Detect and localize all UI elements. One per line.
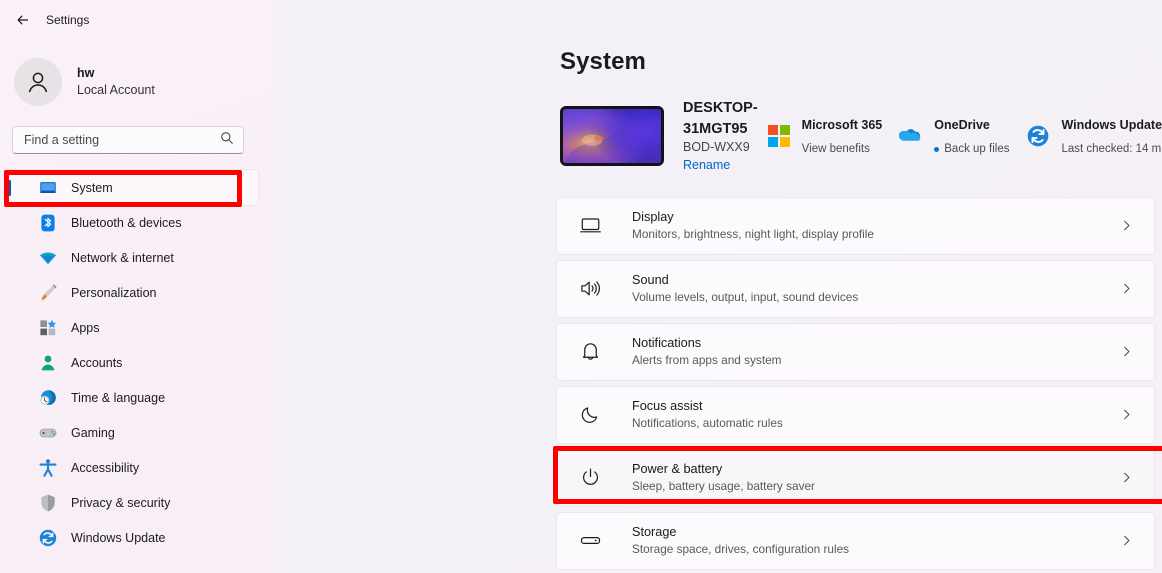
window-title: Settings xyxy=(46,13,90,27)
chevron-right-icon xyxy=(1120,534,1138,547)
monitor-icon xyxy=(38,178,58,198)
sidebar-item-system[interactable]: System xyxy=(5,170,258,205)
settings-row-subtitle: Alerts from apps and system xyxy=(632,353,782,368)
wifi-icon xyxy=(38,248,58,268)
sidebar-item-accounts[interactable]: Accounts xyxy=(5,345,258,380)
storage-drive-icon xyxy=(579,529,609,552)
page-title: System xyxy=(560,48,646,75)
quick-link-microsoft-365[interactable]: Microsoft 365 View benefits xyxy=(758,108,891,164)
settings-row-focus-assist[interactable]: Focus assist Notifications, automatic rul… xyxy=(556,385,1155,444)
search-icon xyxy=(220,131,234,150)
sidebar-item-label: System xyxy=(71,180,113,195)
quick-link-subtitle: View benefits xyxy=(801,143,870,156)
sidebar-item-apps[interactable]: Apps xyxy=(5,310,258,345)
accessibility-icon xyxy=(38,458,58,478)
sidebar-nav: System Bluetooth & devices Network & inter… xyxy=(0,170,276,555)
person-icon xyxy=(38,353,58,373)
quick-link-windows-update[interactable]: Windows Update Last checked: 14 minutes a… xyxy=(1017,108,1162,164)
rename-link[interactable]: Rename xyxy=(683,157,758,175)
quick-link-onedrive[interactable]: OneDrive Back up files xyxy=(890,108,1017,164)
settings-row-title: Display xyxy=(632,209,674,224)
speaker-icon xyxy=(579,277,609,300)
quick-link-subtitle: Back up files xyxy=(934,143,1009,155)
sidebar-item-network-internet[interactable]: Network & internet xyxy=(5,240,258,275)
windows-update-icon xyxy=(1025,123,1051,149)
search-container xyxy=(0,112,276,154)
search-input[interactable] xyxy=(24,133,220,147)
sidebar-item-privacy-security[interactable]: Privacy & security xyxy=(5,485,258,520)
microsoft-logo-icon xyxy=(766,123,792,149)
settings-row-subtitle: Volume levels, output, input, sound devi… xyxy=(632,290,859,305)
status-dot-icon xyxy=(934,146,940,152)
sidebar-item-label: Windows Update xyxy=(71,530,166,545)
avatar xyxy=(14,58,62,106)
chevron-right-icon xyxy=(1120,282,1138,295)
settings-row-subtitle: Sleep, battery usage, battery saver xyxy=(632,479,815,494)
sidebar-item-label: Gaming xyxy=(71,425,115,440)
settings-row-storage[interactable]: Storage Storage space, drives, configurat… xyxy=(556,511,1155,570)
shield-icon xyxy=(38,493,58,513)
quick-link-title: Microsoft 365 xyxy=(801,118,883,133)
sidebar-item-accessibility[interactable]: Accessibility xyxy=(5,450,258,485)
settings-list: Display Monitors, brightness, night light… xyxy=(556,196,1162,570)
settings-row-title: Notifications xyxy=(632,335,702,350)
sidebar-item-label: Accessibility xyxy=(71,460,140,475)
quick-links: Microsoft 365 View benefits OneDrive Back u… xyxy=(758,108,1162,164)
device-name: DESKTOP-31MGT95 xyxy=(683,100,758,137)
quick-link-title: OneDrive xyxy=(934,118,990,133)
quick-link-title: Windows Update xyxy=(1061,118,1162,133)
device-model: BOD-WXX9 xyxy=(683,140,750,155)
sidebar-item-label: Privacy & security xyxy=(71,495,171,510)
sidebar-item-windows-update[interactable]: Windows Update xyxy=(5,520,258,555)
sidebar-item-label: Time & language xyxy=(71,390,166,405)
display-monitor-icon xyxy=(579,214,609,237)
bluetooth-icon xyxy=(38,213,58,233)
onedrive-cloud-icon xyxy=(898,123,924,149)
user-profile[interactable]: hw Local Account xyxy=(0,40,276,112)
sidebar-item-label: Bluetooth & devices xyxy=(71,215,182,230)
chevron-right-icon xyxy=(1120,408,1138,421)
chevron-right-icon xyxy=(1120,345,1138,358)
settings-row-power-battery[interactable]: Power & battery Sleep, battery usage, bat… xyxy=(556,448,1155,507)
settings-row-subtitle: Storage space, drives, configuration rul… xyxy=(632,542,850,557)
main-content: System DESKTOP-31MGT95 BOD-WXX9 Rename M… xyxy=(276,0,1162,573)
settings-row-subtitle: Monitors, brightness, night light, displ… xyxy=(632,227,874,242)
paintbrush-icon xyxy=(38,283,58,303)
chevron-right-icon xyxy=(1120,471,1138,484)
chevron-right-icon xyxy=(1120,219,1138,232)
sidebar-item-bluetooth-devices[interactable]: Bluetooth & devices xyxy=(5,205,258,240)
device-summary: DESKTOP-31MGT95 BOD-WXX9 Rename Microsof… xyxy=(556,98,1162,175)
settings-row-subtitle: Notifications, automatic rules xyxy=(632,416,783,431)
settings-row-title: Sound xyxy=(632,272,669,287)
sidebar-item-personalization[interactable]: Personalization xyxy=(5,275,258,310)
settings-row-notifications[interactable]: Notifications Alerts from apps and system xyxy=(556,322,1155,381)
sidebar-item-label: Apps xyxy=(71,320,100,335)
search-box[interactable] xyxy=(12,126,244,154)
bell-icon xyxy=(579,340,609,363)
sidebar-item-gaming[interactable]: Gaming xyxy=(5,415,258,450)
settings-row-display[interactable]: Display Monitors, brightness, night light… xyxy=(556,196,1155,255)
settings-row-title: Focus assist xyxy=(632,398,703,413)
profile-name: hw xyxy=(77,66,95,81)
sidebar-item-label: Network & internet xyxy=(71,250,174,265)
sidebar-item-label: Accounts xyxy=(71,355,123,370)
device-wallpaper-thumbnail xyxy=(560,106,664,167)
quick-link-subtitle: Last checked: 14 minutes ago xyxy=(1061,143,1162,156)
title-bar: Settings xyxy=(0,0,276,40)
moon-icon xyxy=(579,403,609,426)
back-arrow-icon[interactable] xyxy=(8,5,38,35)
gamepad-icon xyxy=(38,423,58,443)
profile-account-type: Local Account xyxy=(77,83,155,97)
apps-grid-icon xyxy=(38,318,58,338)
settings-row-sound[interactable]: Sound Volume levels, output, input, sound… xyxy=(556,259,1155,318)
sidebar-item-time-language[interactable]: Time & language xyxy=(5,380,258,415)
sidebar-item-label: Personalization xyxy=(71,285,157,300)
settings-window: Settings hw Local Account Find a setting… xyxy=(0,0,1162,573)
settings-row-title: Storage xyxy=(632,524,677,539)
sidebar: Settings hw Local Account Find a setting… xyxy=(0,0,276,573)
clock-globe-icon xyxy=(38,388,58,408)
update-sync-icon xyxy=(38,528,58,548)
power-icon xyxy=(579,466,609,489)
settings-row-title: Power & battery xyxy=(632,461,723,476)
